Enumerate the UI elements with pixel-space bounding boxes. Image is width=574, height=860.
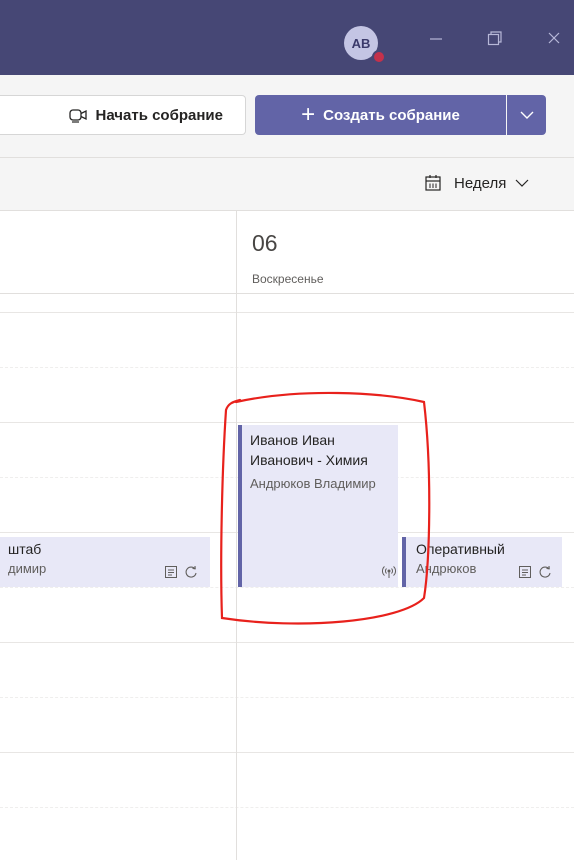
calendar-event-right[interactable]: Оперативный Андрюков <box>402 537 562 587</box>
minimize-icon[interactable] <box>428 30 444 52</box>
plus-icon: + <box>301 101 316 128</box>
grid-line <box>0 367 574 368</box>
grid-line <box>0 807 574 808</box>
meeting-notes-icon <box>519 566 531 578</box>
create-meeting-button[interactable]: + Создать собрание <box>255 95 506 135</box>
meeting-notes-icon <box>165 566 177 578</box>
create-meeting-dropdown-button[interactable] <box>507 95 546 135</box>
recurring-icon <box>185 565 197 578</box>
calendar-view-bar: Неделя <box>0 158 574 211</box>
grid-line <box>0 422 574 423</box>
calendar-event-main[interactable]: Иванов Иван Иванович - Химия Андрюков Вл… <box>238 425 398 587</box>
video-camera-icon <box>68 109 87 123</box>
chevron-down-icon <box>520 111 533 119</box>
grid-line <box>0 697 574 698</box>
day-column-divider <box>236 211 237 860</box>
view-selector[interactable]: Неделя <box>424 174 542 192</box>
create-meeting-label: Создать собрание <box>323 106 460 124</box>
event-title: Оперативный <box>416 541 505 557</box>
restore-icon[interactable] <box>486 30 502 52</box>
meetings-toolbar: Начать собрание + Создать собрание <box>0 75 574 158</box>
title-bar: AB <box>0 0 574 75</box>
calendar-event-left[interactable]: штаб димир <box>0 537 210 587</box>
broadcast-icon <box>382 566 396 578</box>
recurring-icon <box>539 565 551 578</box>
grid-line <box>0 642 574 643</box>
grid-line <box>0 312 574 313</box>
event-title: Иванов Иван Иванович - Химия <box>250 432 368 468</box>
start-meeting-label: Начать собрание <box>95 106 224 124</box>
start-meeting-button[interactable]: Начать собрание <box>0 95 246 135</box>
grid-line <box>0 752 574 753</box>
day-number: 06 <box>252 230 278 256</box>
calendar-icon <box>425 175 441 191</box>
presence-status-icon <box>372 50 386 64</box>
event-organizer: Андрюков Владимир <box>250 476 376 491</box>
close-icon[interactable] <box>546 30 562 52</box>
day-name: Воскресенье <box>252 272 324 286</box>
event-organizer: димир <box>8 561 47 576</box>
view-label: Неделя <box>454 174 507 192</box>
event-title: штаб <box>8 541 42 557</box>
chevron-down-icon <box>515 179 529 187</box>
grid-line <box>0 587 574 588</box>
